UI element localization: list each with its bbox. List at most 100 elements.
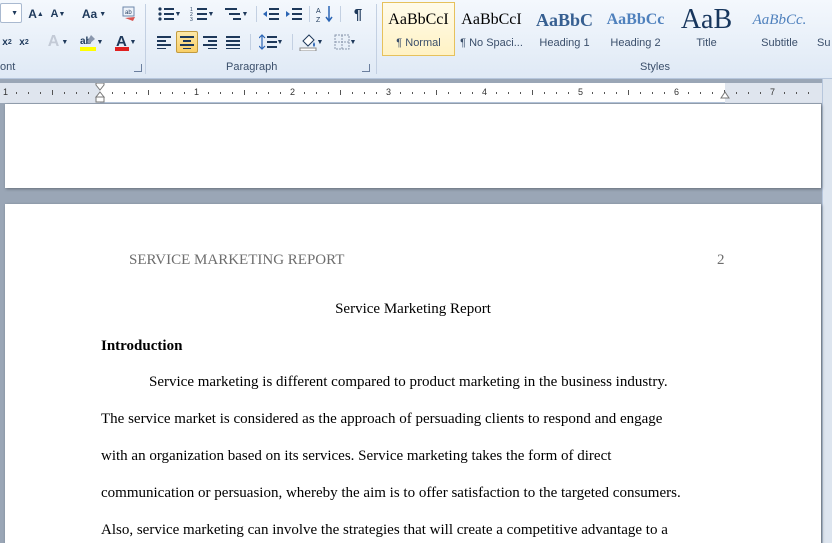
ruler-tick [148,90,149,95]
horizontal-ruler[interactable]: 1 1 2 3 4 5 6 7 [0,83,822,103]
ruler-dot [172,92,173,94]
style-heading-1[interactable]: AaBbC Heading 1 [528,2,601,56]
ruler-dot [268,92,269,94]
style-name: ¶ No Spaci... [460,37,523,49]
align-left-button[interactable] [153,31,175,53]
style-subtitle[interactable]: AaBbCc. Subtitle [743,2,816,56]
ruler-dot [592,92,593,94]
show-formatting-marks-icon[interactable]: ¶ [346,3,370,25]
ruler-number: 5 [578,87,584,97]
clear-formatting-icon[interactable]: ab [118,3,140,25]
left-indent-marker-icon[interactable] [95,83,105,103]
style-name: Heading 2 [610,37,661,49]
justify-button[interactable] [222,31,244,53]
shading-button[interactable]: ▼ [296,31,326,53]
text-effects-button[interactable]: A ▼ [44,31,72,53]
style-name: ¶ Normal [396,37,441,49]
ruler-dot [232,92,233,94]
ruler-dot [220,92,221,94]
style-no-spacing[interactable]: AaBbCcI ¶ No Spaci... [455,2,528,56]
ruler-number: 2 [290,87,296,97]
ruler-dot [664,92,665,94]
document-title: Service Marketing Report [335,301,491,317]
page-previous-bottom[interactable] [5,104,821,188]
style-sample: AaBbCcI [461,11,522,28]
ruler-dot [16,92,17,94]
sort-button[interactable]: AZ [313,3,337,25]
separator [145,4,146,74]
style-normal[interactable]: AaBbCcI ¶ Normal [382,2,455,56]
style-name: Subtitle [761,37,798,49]
increase-indent-button[interactable] [283,3,305,25]
multilevel-list-button[interactable]: ▼ [220,3,252,25]
align-right-button[interactable] [199,31,221,53]
shrink-font-button[interactable]: A ▼ [48,3,68,25]
body-line: communication or persuasion, whereby the… [101,485,681,501]
ruler-dot [520,92,521,94]
decrease-indent-button[interactable] [260,3,282,25]
style-sample: AaBbCc. [752,11,807,28]
style-name: Su [817,37,831,49]
superscript-button[interactable]: x2 [15,31,33,53]
paragraph-dialog-launcher-icon[interactable] [362,64,370,72]
ruler-tick [628,90,629,95]
style-title[interactable]: AaB Title [670,2,743,56]
vertical-scrollbar[interactable] [822,79,832,543]
ruler-dot [460,92,461,94]
ruler-dot [508,92,509,94]
body-line: The service market is considered as the … [101,411,663,427]
ruler-dot [88,92,89,94]
ruler-dot [364,92,365,94]
grow-font-button[interactable]: A ▲ [26,3,46,25]
font-size-dropdown[interactable]: ▼ [0,3,22,23]
style-sample: AaB [680,4,733,35]
ruler-dot [616,92,617,94]
numbering-button[interactable]: 1 2 3 ▼ [186,3,218,25]
bullets-button[interactable]: ▼ [153,3,185,25]
font-dialog-launcher-icon[interactable] [134,64,142,72]
ruler-dot [448,92,449,94]
ruler-dot [568,92,569,94]
ruler-dot [736,92,737,94]
ruler-tick [244,90,245,95]
page-current[interactable]: SERVICE MARKETING REPORT 2 Service Marke… [5,204,821,543]
ruler-dot [640,92,641,94]
style-sample: AaBbCc [606,11,665,28]
right-indent-marker-icon[interactable] [720,91,730,103]
ruler-dot [40,92,41,94]
ruler-dot [652,92,653,94]
ruler-number: 6 [674,87,680,97]
header-page-number: 2 [717,252,725,268]
paragraph-group-label: Paragraph [226,61,278,73]
ruler-tick [532,90,533,95]
body-line: with an organization based on its servic… [101,448,612,464]
separator [250,34,251,50]
ruler-dot [328,92,329,94]
change-case-label: Aa [81,7,98,21]
ruler-dot [472,92,473,94]
svg-text:ab: ab [125,10,132,16]
borders-button[interactable]: ▼ [330,31,360,53]
ruler-dot [688,92,689,94]
body-line: Also, service marketing can involve the … [101,522,668,538]
font-color-button[interactable]: A ▼ [110,31,140,53]
subscript-button[interactable]: x2 [0,31,14,53]
style-heading-2[interactable]: AaBbCc Heading 2 [599,2,672,56]
separator [340,6,341,22]
ruler-dot [748,92,749,94]
styles-group-label: Styles [640,61,670,73]
align-center-button[interactable] [176,31,198,53]
highlight-color-button[interactable]: ab ▼ [76,31,106,53]
ribbon: ▼ A ▲ A ▼ Aa ▼ ab x2 x2 A ▼ ab ▼ A ▼ ont ▼ 123… [0,0,832,79]
svg-text:3: 3 [190,17,193,22]
line-spacing-button[interactable]: ▼ [256,31,286,53]
style-subtle-emphasis[interactable]: Su [816,2,832,56]
ruler-number: 1 [194,87,200,97]
ruler-dot [712,92,713,94]
svg-text:A: A [316,8,321,15]
ruler-dot [604,92,605,94]
change-case-button[interactable]: Aa ▼ [79,3,109,25]
ruler-dot [184,92,185,94]
ruler-dot [424,92,425,94]
svg-text:Z: Z [316,17,321,23]
